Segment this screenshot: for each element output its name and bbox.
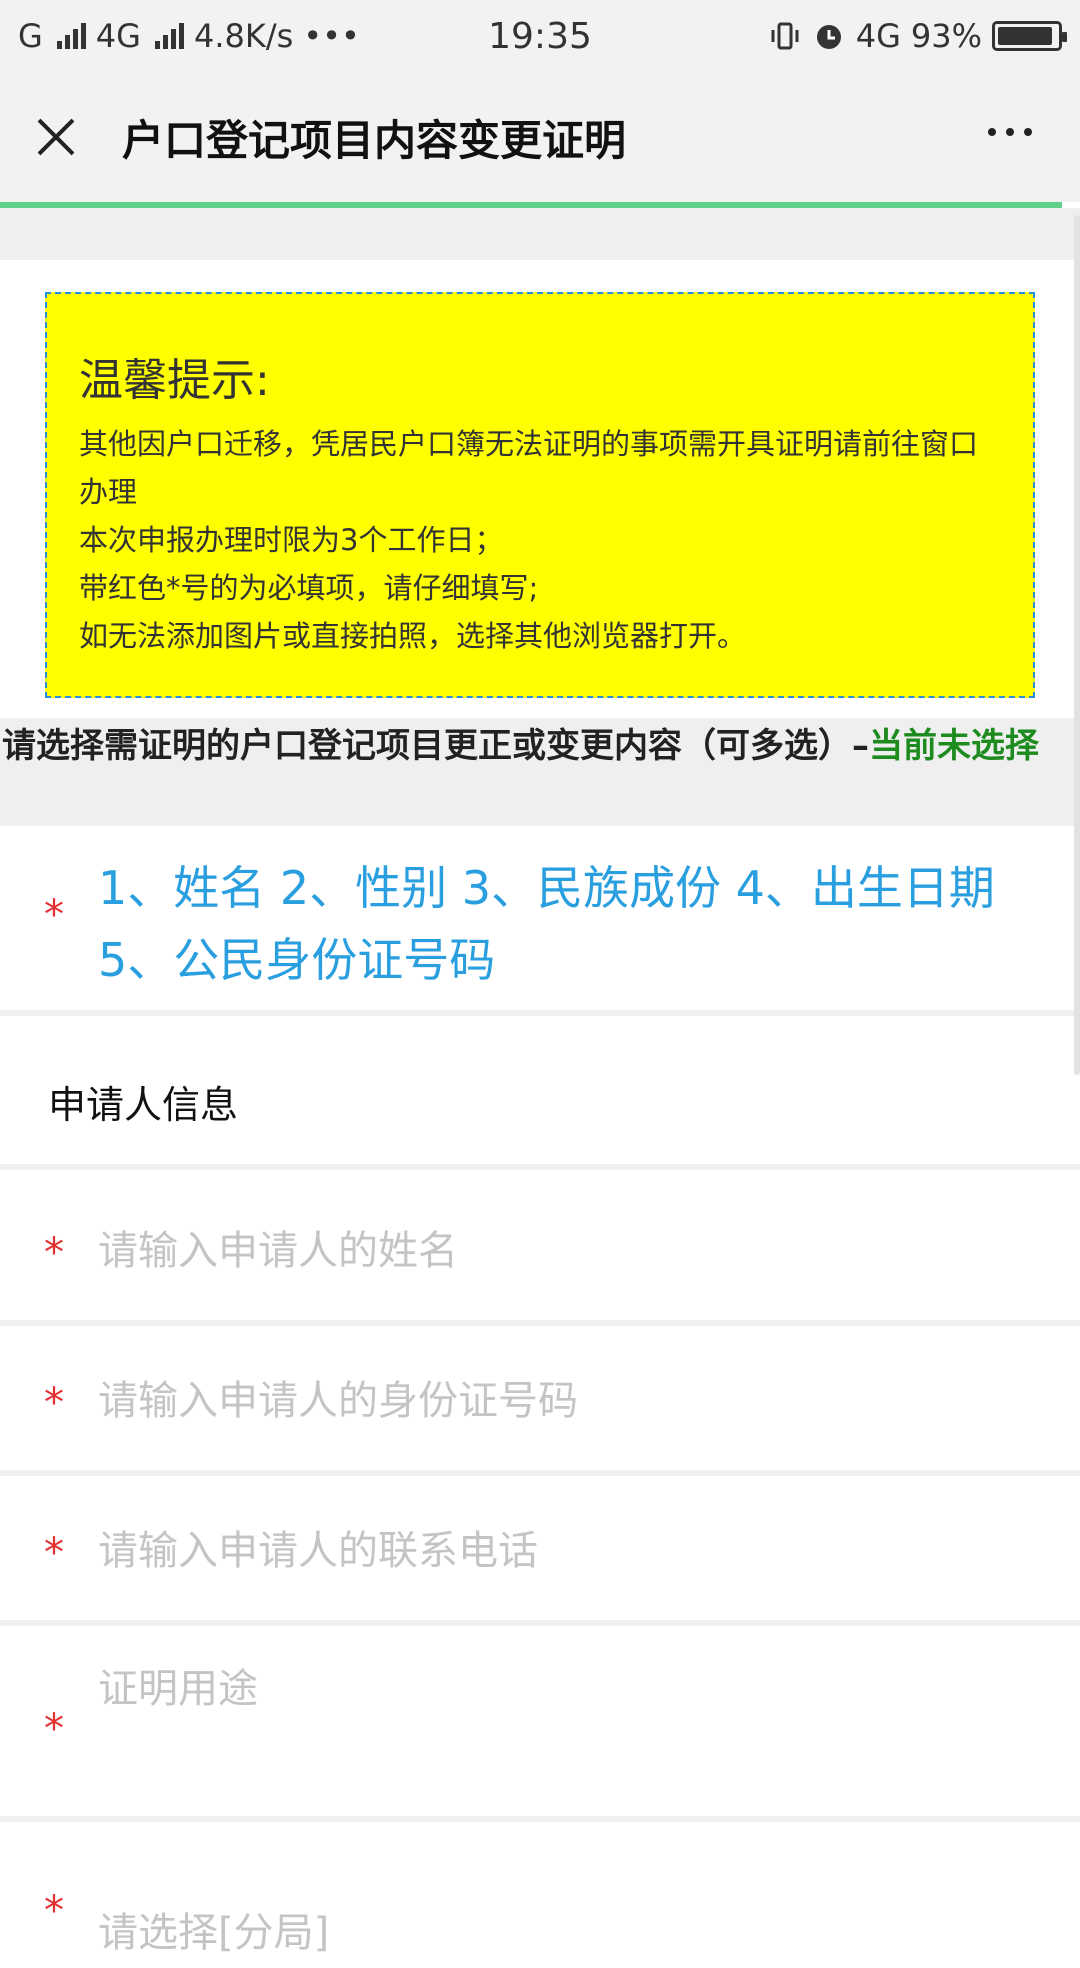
spacer-band [0, 208, 1080, 260]
select-prompt: 请选择需证明的户口登记项目更正或变更内容（可多选）–当前未选择 [0, 718, 1080, 826]
id-number-field: * [0, 1326, 1080, 1476]
change-items-selector[interactable]: * 1、姓名 2、性别 3、民族成份 4、出生日期 5、公民身份证号码 [0, 826, 1080, 1016]
notice-box: 温馨提示: 其他因户口迁移，凭居民户口簿无法证明的事项需开具证明请前往窗口办理 … [45, 292, 1035, 698]
applicant-phone-input[interactable] [98, 1516, 1038, 1586]
notice-line: 带红色*号的为必填项，请仔细填写; [79, 571, 539, 605]
page-title: 户口登记项目内容变更证明 [122, 115, 627, 165]
branch-select-field[interactable]: * [0, 1828, 1080, 1968]
notice-line: 其他因户口迁移，凭居民户口簿无法证明的事项需开具证明请前往窗口办理 [79, 427, 979, 509]
clock: 19:35 [488, 15, 592, 57]
required-mark: * [44, 1380, 64, 1426]
required-mark: * [44, 1888, 64, 1934]
more-icon[interactable] [988, 128, 1032, 136]
required-mark: * [44, 1230, 64, 1276]
phone-field: * [0, 1476, 1080, 1626]
notice-title: 温馨提示: [79, 355, 270, 406]
title-bar: 户口登记项目内容变更证明 [0, 72, 1080, 202]
select-prompt-text: 请选择需证明的户口登记项目更正或变更内容（可多选）– [2, 726, 869, 766]
required-mark: * [44, 1530, 64, 1576]
change-items-options[interactable]: 1、姓名 2、性别 3、民族成份 4、出生日期 5、公民身份证号码 [98, 852, 998, 996]
required-mark: * [44, 1706, 64, 1752]
branch-select[interactable] [98, 1898, 1038, 1968]
scrollbar[interactable] [1074, 215, 1080, 1075]
purpose-field: * [0, 1626, 1080, 1822]
close-icon[interactable] [34, 115, 78, 159]
notice-line: 本次申报办理时限为3个工作日； [79, 523, 504, 557]
status-bar: G 4G 4.8K/s ••• 19:35 4G 93% [0, 0, 1080, 72]
applicant-name-input[interactable] [98, 1216, 1038, 1286]
required-mark: * [44, 892, 64, 938]
applicant-id-input[interactable] [98, 1366, 1038, 1436]
notice-line: 如无法添加图片或直接拍照，选择其他浏览器打开。 [79, 619, 747, 653]
applicant-section-title: 申请人信息 [0, 1022, 1080, 1170]
selection-status: 当前未选择 [869, 726, 1039, 766]
purpose-textarea[interactable] [98, 1656, 1038, 1796]
name-field: * [0, 1176, 1080, 1326]
battery-icon [992, 21, 1067, 51]
